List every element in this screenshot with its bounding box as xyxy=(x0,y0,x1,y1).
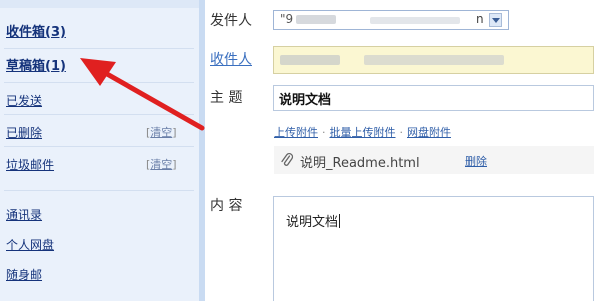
red-arrow-annotation xyxy=(80,58,205,131)
